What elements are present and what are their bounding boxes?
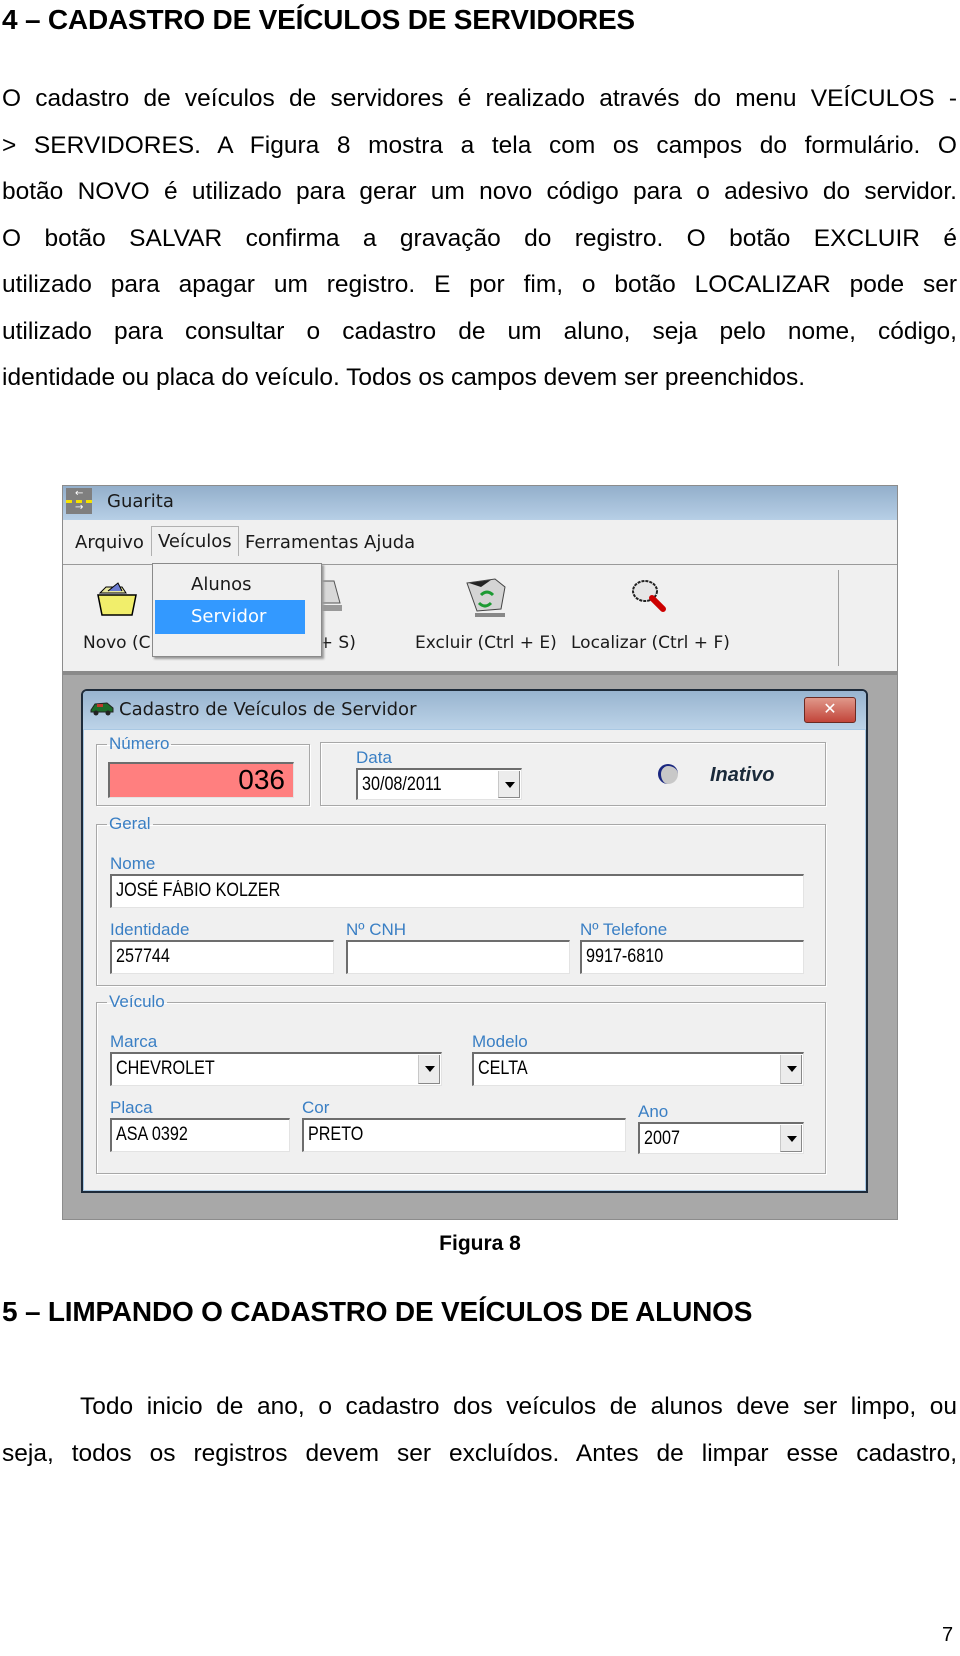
form-body: Número 036 Data 30/08/2011 Inativo Geral… [83, 729, 866, 1191]
novo-label: Novo (C [83, 633, 151, 653]
localizar-button[interactable]: Localizar (Ctrl + F) [571, 573, 730, 653]
numero-value: 036 [238, 764, 285, 795]
veiculos-dropdown-menu: Alunos Servidor [152, 563, 322, 657]
nome-input[interactable]: JOSÉ FÁBIO KOLZER [110, 874, 804, 908]
paragraph-line: O cadastro de veículos de servidores é r… [2, 85, 957, 112]
modelo-value: CELTA [478, 1058, 528, 1079]
numero-label: Número [109, 734, 170, 753]
app-icon: ← → [66, 488, 92, 514]
close-button[interactable]: ✕ [804, 697, 856, 723]
section-5-paragraph: Todo inicio de ano, o cadastro dos veícu… [2, 1384, 957, 1477]
numero-field[interactable]: 036 [108, 762, 294, 798]
identidade-label: Identidade [110, 920, 190, 939]
toolbar-separator [838, 570, 839, 666]
folder-icon [92, 573, 142, 623]
nome-label: Nome [110, 854, 156, 873]
car-icon [90, 702, 114, 716]
section-5-heading: 5 – LIMPANDO O CADASTRO DE VEÍCULOS DE A… [2, 1296, 753, 1327]
chevron-down-icon[interactable] [418, 1055, 440, 1084]
excluir-label: Excluir (Ctrl + E) [415, 633, 557, 653]
excluir-button[interactable]: Excluir (Ctrl + E) [415, 573, 557, 653]
paragraph-line: identidade ou placa do veículo. Todos os… [2, 364, 806, 391]
data-combo[interactable]: 30/08/2011 [356, 768, 522, 800]
figure-caption: Figura 8 [439, 1232, 521, 1255]
paragraph-line: > SERVIDORES. A Figura 8 mostra a tela c… [2, 131, 957, 159]
marca-label: Marca [110, 1032, 158, 1051]
identidade-value: 257744 [116, 946, 170, 967]
close-icon: ✕ [823, 699, 837, 718]
paragraph-line: botão NOVO é utilizado para gerar um nov… [2, 178, 957, 205]
telefone-input[interactable]: 9917-6810 [580, 940, 804, 974]
paragraph-line: O botão SALVAR confirma a gravação do re… [2, 224, 957, 252]
cadastro-servidor-window: Cadastro de Veículos de Servidor ✕ Númer… [81, 689, 868, 1193]
recycle-bin-icon [461, 573, 511, 623]
modelo-label: Modelo [472, 1032, 528, 1051]
status-label: Inativo [710, 764, 775, 786]
paragraph-line: seja, todos os registros devem ser exclu… [2, 1439, 957, 1467]
data-value: 30/08/2011 [362, 774, 442, 795]
menu-ajuda[interactable]: Ajuda [358, 528, 421, 557]
cor-input[interactable]: PRETO [302, 1118, 626, 1152]
section-4-paragraph: O cadastro de veículos de servidores é r… [2, 76, 957, 402]
placa-value: ASA 0392 [116, 1124, 188, 1145]
cnh-input[interactable] [346, 940, 570, 974]
guarita-window-screenshot: ← → Guarita Arquivo Veículos Ferramentas … [62, 485, 898, 1220]
menu-ferramentas[interactable]: Ferramentas [239, 528, 364, 557]
chevron-down-icon[interactable] [780, 1125, 802, 1152]
page-number: 7 [942, 1624, 954, 1646]
app-titlebar: ← → Guarita [63, 486, 897, 520]
marca-value: CHEVROLET [116, 1058, 215, 1079]
ano-value: 2007 [644, 1128, 680, 1149]
menu-arquivo[interactable]: Arquivo [69, 528, 150, 557]
modelo-combo[interactable]: CELTA [472, 1052, 804, 1086]
geral-label: Geral [109, 814, 151, 833]
cor-value: PRETO [308, 1124, 364, 1145]
section-4-heading: 4 – CADASTRO DE VEÍCULOS DE SERVIDORES [2, 4, 635, 35]
cnh-label: Nº CNH [346, 920, 407, 939]
veiculo-label: Veículo [109, 992, 165, 1011]
ano-combo[interactable]: 2007 [638, 1122, 804, 1154]
magnifier-icon [625, 573, 675, 623]
chevron-down-icon[interactable] [780, 1055, 802, 1084]
menu-veiculos[interactable]: Veículos [151, 526, 239, 556]
nome-value: JOSÉ FÁBIO KOLZER [116, 880, 281, 901]
menubar: Arquivo Veículos Ferramentas Ajuda [63, 520, 897, 565]
paragraph-line: Todo inicio de ano, o cadastro dos veícu… [80, 1393, 957, 1420]
placa-label: Placa [110, 1098, 153, 1117]
paragraph-line: utilizado para consultar o cadastro de u… [2, 317, 957, 345]
ano-label: Ano [638, 1102, 669, 1121]
marca-combo[interactable]: CHEVROLET [110, 1052, 442, 1086]
chevron-down-icon[interactable] [498, 771, 520, 798]
form-titlebar: Cadastro de Veículos de Servidor ✕ [83, 691, 866, 729]
app-title: Guarita [107, 491, 174, 512]
data-label: Data [356, 748, 392, 767]
telefone-value: 9917-6810 [586, 946, 664, 967]
status-radio-icon[interactable] [658, 764, 678, 784]
menu-item-alunos[interactable]: Alunos [155, 568, 305, 602]
identidade-input[interactable]: 257744 [110, 940, 334, 974]
localizar-label: Localizar (Ctrl + F) [571, 633, 730, 653]
paragraph-line: utilizado para apagar um registro. E por… [2, 271, 957, 298]
form-title: Cadastro de Veículos de Servidor [119, 699, 417, 720]
telefone-label: Nº Telefone [580, 920, 668, 939]
placa-input[interactable]: ASA 0392 [110, 1118, 290, 1152]
cor-label: Cor [302, 1098, 330, 1117]
novo-button[interactable]: Novo (C [83, 573, 151, 653]
menu-item-servidor[interactable]: Servidor [155, 600, 305, 634]
